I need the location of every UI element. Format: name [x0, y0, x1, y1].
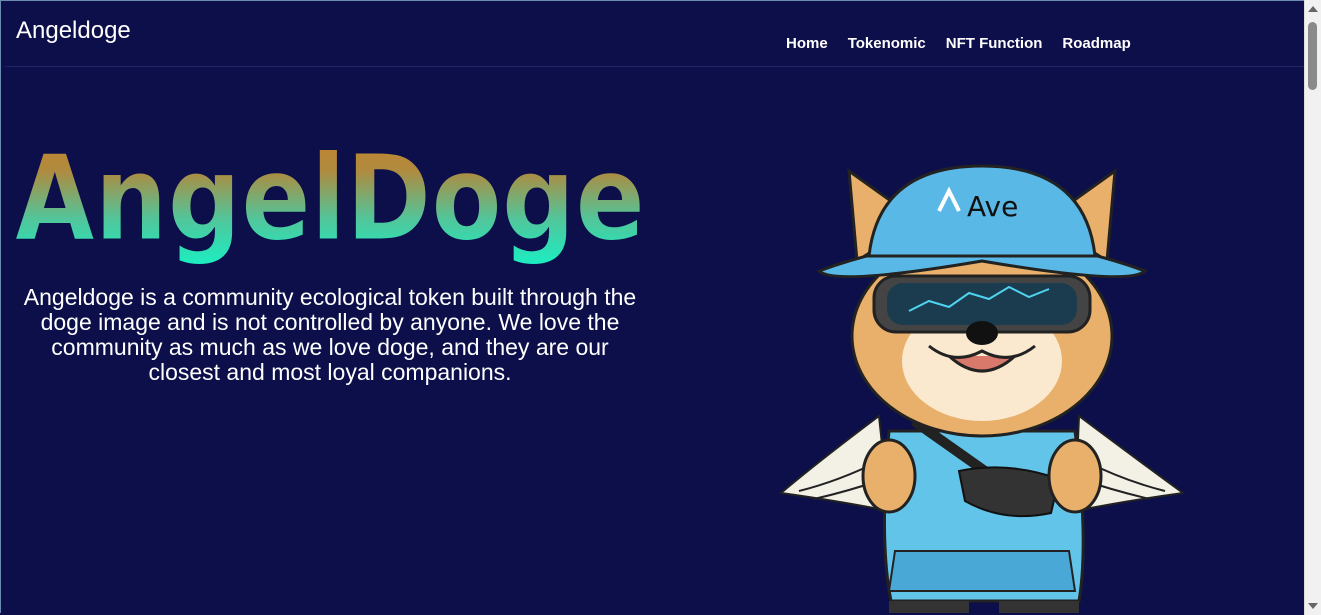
angeldoge-mascot-image: Ave [779, 164, 1185, 613]
nav-nft-function-link[interactable]: NFT Function [946, 35, 1043, 52]
scrollbar-thumb[interactable] [1308, 22, 1317, 90]
brand-logo-text[interactable]: Angeldoge [16, 17, 131, 45]
nav-home-link[interactable]: Home [786, 35, 828, 52]
page-scrollbar[interactable] [1304, 0, 1321, 615]
hero-title-text: AngelDoge [15, 129, 645, 267]
nav-roadmap-link[interactable]: Roadmap [1062, 35, 1130, 52]
hero-title: AngelDoge [15, 129, 646, 268]
nav-tokenomic-link[interactable]: Tokenomic [848, 35, 926, 52]
scroll-down-arrow-icon[interactable] [1308, 603, 1318, 609]
scroll-up-arrow-icon[interactable] [1308, 6, 1318, 12]
browser-viewport: Angeldoge Home Tokenomic NFT Function Ro… [0, 0, 1305, 613]
hat-logo-text: Ave [967, 190, 1018, 223]
hero-description: Angeldoge is a community ecological toke… [23, 284, 637, 385]
main-nav: Home Tokenomic NFT Function Roadmap [786, 35, 1151, 52]
site-header: Angeldoge Home Tokenomic NFT Function Ro… [5, 1, 1305, 67]
